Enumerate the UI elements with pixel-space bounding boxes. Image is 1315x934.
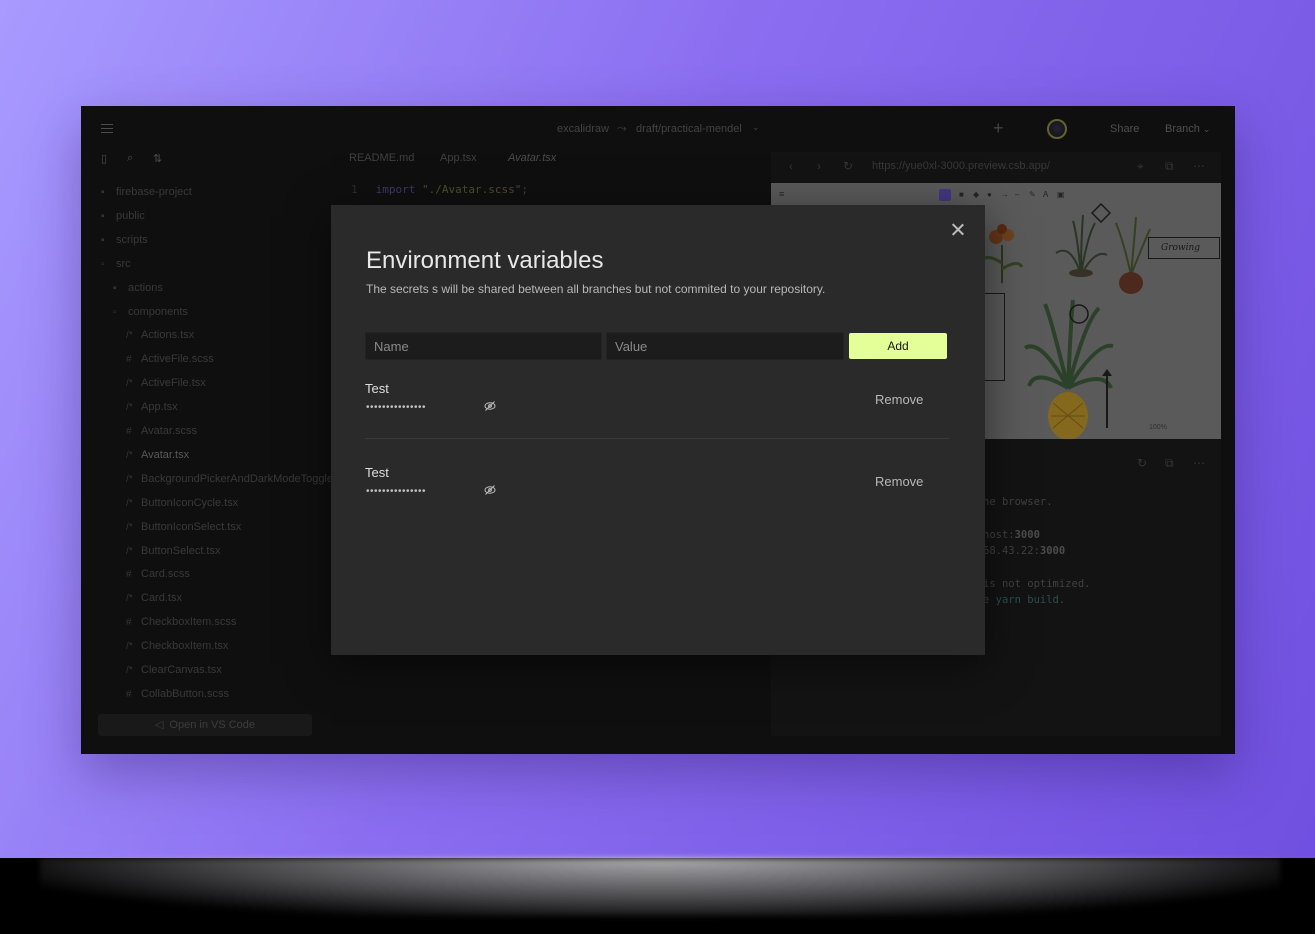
variable-name: Test: [365, 465, 389, 480]
variable-name: Test: [365, 381, 389, 396]
value-input[interactable]: [606, 332, 844, 360]
remove-button[interactable]: Remove: [875, 392, 923, 407]
name-input[interactable]: [365, 332, 602, 360]
eye-off-icon[interactable]: [484, 400, 496, 412]
variable-value-masked: •••••••••••••••: [366, 486, 427, 497]
variable-value-masked: •••••••••••••••: [366, 402, 427, 413]
divider: [365, 438, 949, 439]
floor-reflection: [40, 858, 1280, 916]
eye-off-icon[interactable]: [484, 484, 496, 496]
modal-title: Environment variables: [366, 247, 604, 274]
remove-button[interactable]: Remove: [875, 474, 923, 489]
modal-subtitle: The secrets s will be shared between all…: [366, 282, 826, 296]
environment-variables-modal: Environment variables The secrets s will…: [331, 205, 985, 655]
add-button[interactable]: Add: [849, 333, 947, 359]
close-icon[interactable]: [949, 221, 967, 239]
